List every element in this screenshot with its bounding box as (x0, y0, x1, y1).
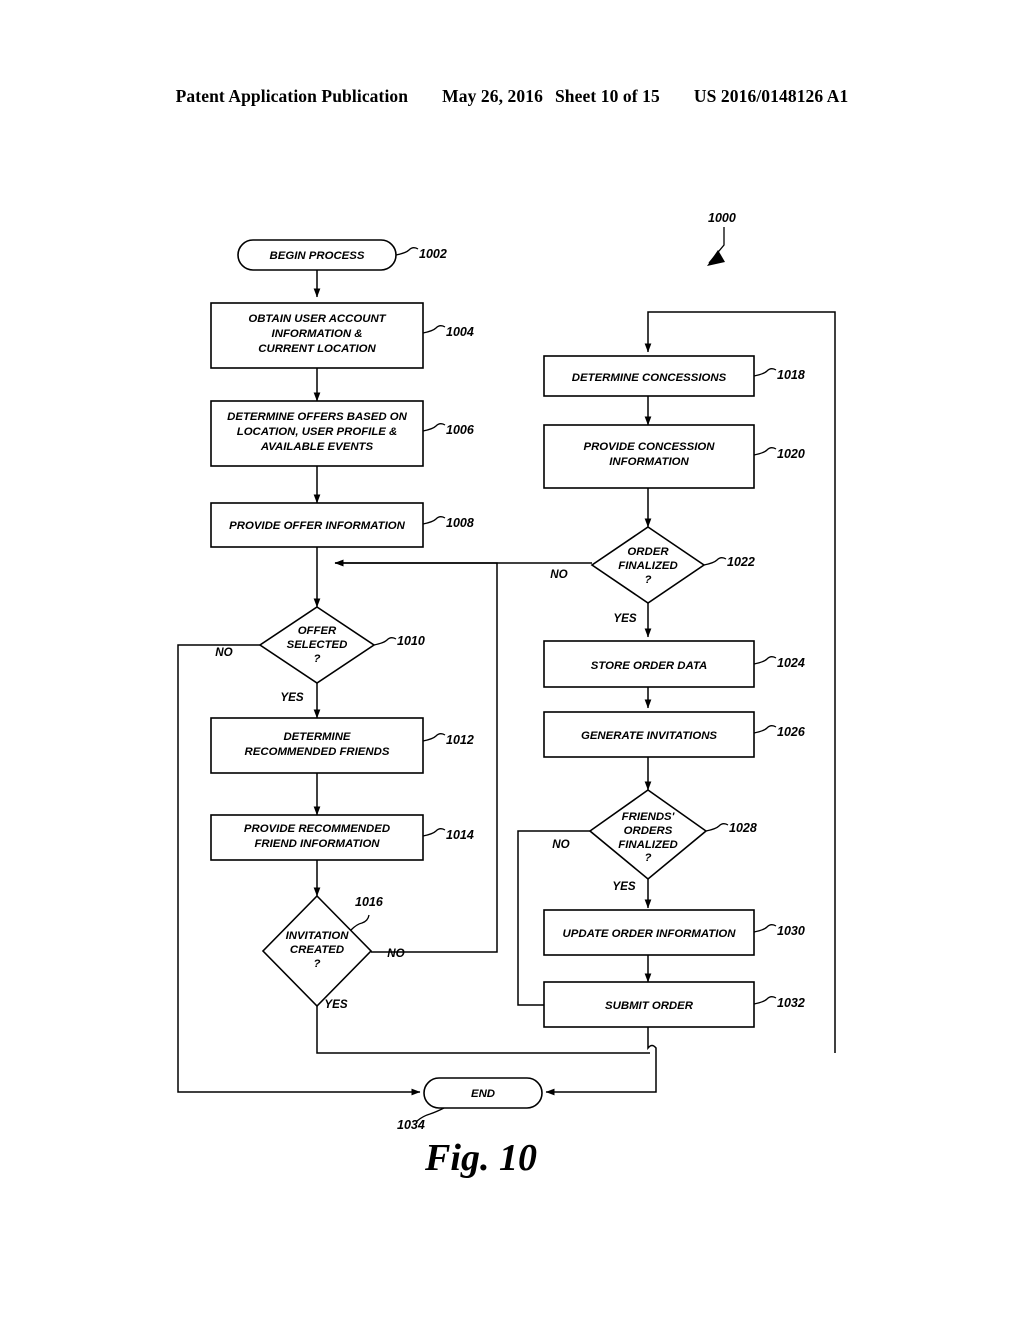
node-submit-order[interactable]: SUBMIT ORDER 1032 (543, 981, 805, 1028)
ref-label-1030: 1030 (777, 924, 805, 938)
figure-10-flowchart: 1000 BEGIN PROCESS 1002 OBTAIN USER ACCO… (177, 211, 836, 1179)
node-determine-offers[interactable]: DETERMINE OFFERS BASED ON LOCATION, USER… (210, 400, 475, 467)
connector-1010-no-loop (177, 644, 421, 1096)
node-1012-line-1: DETERMINE (283, 731, 350, 743)
ref-label-1026: 1026 (777, 725, 806, 739)
ref-label-1028: 1028 (729, 821, 757, 835)
node-1014-line-2: FRIEND INFORMATION (254, 838, 380, 850)
branch-1022-no: NO (550, 568, 567, 581)
node-1016-line-3: ? (314, 958, 321, 970)
node-1002-line-1: BEGIN PROCESS (270, 250, 365, 262)
node-1006-line-1: DETERMINE OFFERS BASED ON (227, 411, 408, 423)
node-1006-line-2: LOCATION, USER PROFILE & (237, 426, 398, 438)
node-1018-line-1: DETERMINE CONCESSIONS (572, 372, 727, 384)
node-1028-line-4: ? (645, 852, 652, 864)
node-1034-line-1: END (471, 1088, 495, 1100)
node-determine-recommended-friends[interactable]: DETERMINE RECOMMENDED FRIENDS 1012 (210, 717, 474, 774)
node-1030-line-1: UPDATE ORDER INFORMATION (563, 928, 737, 940)
ref-label-1020: 1020 (777, 447, 805, 461)
node-1028-line-2: ORDERS (624, 825, 673, 837)
node-1026-line-1: GENERATE INVITATIONS (581, 730, 717, 742)
node-1004-line-2: INFORMATION & (272, 328, 363, 340)
ref-label-1018: 1018 (777, 368, 805, 382)
node-1014-line-1: PROVIDE RECOMMENDED (244, 823, 390, 835)
node-1028-line-1: FRIENDS' (622, 811, 676, 823)
node-1020-line-2: INFORMATION (609, 456, 689, 468)
ref-label-1008: 1008 (446, 516, 474, 530)
node-begin-process[interactable]: BEGIN PROCESS 1002 (237, 239, 447, 271)
node-determine-concessions[interactable]: DETERMINE CONCESSIONS 1018 (543, 355, 805, 397)
branch-1022-yes: YES (613, 612, 636, 625)
node-1006-line-3: AVAILABLE EVENTS (260, 441, 374, 453)
node-1004-line-3: CURRENT LOCATION (258, 343, 376, 355)
node-provide-offer-information[interactable]: PROVIDE OFFER INFORMATION 1008 (210, 502, 474, 548)
ref-label-1010: 1010 (397, 634, 425, 648)
branch-1016-yes: YES (324, 998, 347, 1011)
node-invitation-created-decision[interactable]: INVITATION CREATED ? 1016 NO YES (261, 894, 405, 1011)
ref-label-1012: 1012 (446, 733, 474, 747)
branch-1016-no: NO (387, 947, 404, 960)
ref-label-1004: 1004 (446, 325, 474, 339)
node-provide-concession-information[interactable]: PROVIDE CONCESSION INFORMATION 1020 (543, 424, 805, 489)
node-1024-line-1: STORE ORDER DATA (591, 660, 707, 672)
node-1022-line-1: ORDER (627, 546, 669, 558)
branch-1010-no: NO (215, 646, 232, 659)
ref-label-1034: 1034 (397, 1118, 425, 1132)
figure-caption: Fig. 10 (424, 1137, 537, 1179)
node-obtain-user-account-info[interactable]: OBTAIN USER ACCOUNT INFORMATION & CURREN… (210, 302, 474, 369)
ref-label-1014: 1014 (446, 828, 474, 842)
node-1008-line-1: PROVIDE OFFER INFORMATION (229, 520, 405, 532)
diagram-ref-1000: 1000 (707, 211, 736, 266)
node-1022-line-2: FINALIZED (618, 560, 677, 572)
node-provide-recommended-friend-information[interactable]: PROVIDE RECOMMENDED FRIEND INFORMATION 1… (210, 814, 474, 861)
node-order-finalized-decision[interactable]: ORDER FINALIZED ? 1022 NO YES (550, 526, 755, 625)
ref-label-1016: 1016 (355, 895, 384, 909)
patent-page: Patent Application Publication May 26, 20… (0, 0, 1024, 1320)
ref-label-1022: 1022 (727, 555, 755, 569)
ref-label-1006: 1006 (446, 423, 475, 437)
node-1016-line-2: CREATED (290, 944, 344, 956)
node-1010-line-1: OFFER (298, 625, 337, 637)
node-friends-orders-finalized-decision[interactable]: FRIENDS' ORDERS FINALIZED ? 1028 NO YES (552, 789, 757, 893)
node-1020-line-1: PROVIDE CONCESSION (583, 441, 715, 453)
node-generate-invitations[interactable]: GENERATE INVITATIONS 1026 (543, 711, 806, 758)
node-1028-line-3: FINALIZED (618, 839, 677, 851)
ref-label-1000: 1000 (708, 211, 736, 225)
node-offer-selected-decision[interactable]: OFFER SELECTED ? 1010 NO YES (215, 606, 425, 704)
node-1004-line-1: OBTAIN USER ACCOUNT (248, 313, 386, 325)
node-1010-line-2: SELECTED (287, 639, 348, 651)
node-1010-line-3: ? (314, 653, 321, 665)
node-update-order-information[interactable]: UPDATE ORDER INFORMATION 1030 (543, 909, 805, 956)
branch-1028-no: NO (552, 838, 569, 851)
branch-1028-yes: YES (612, 880, 635, 893)
node-1016-line-1: INVITATION (286, 930, 350, 942)
connector-1032-end (545, 1027, 657, 1096)
node-end[interactable]: END 1034 (397, 1077, 543, 1132)
node-1012-line-2: RECOMMENDED FRIENDS (245, 746, 390, 758)
ref-label-1002: 1002 (419, 247, 447, 261)
node-1022-line-3: ? (645, 574, 652, 586)
node-1032-line-1: SUBMIT ORDER (605, 1000, 694, 1012)
branch-1010-yes: YES (280, 691, 303, 704)
ref-label-1032: 1032 (777, 996, 805, 1010)
ref-label-1024: 1024 (777, 656, 805, 670)
node-store-order-data[interactable]: STORE ORDER DATA 1024 (543, 640, 805, 688)
